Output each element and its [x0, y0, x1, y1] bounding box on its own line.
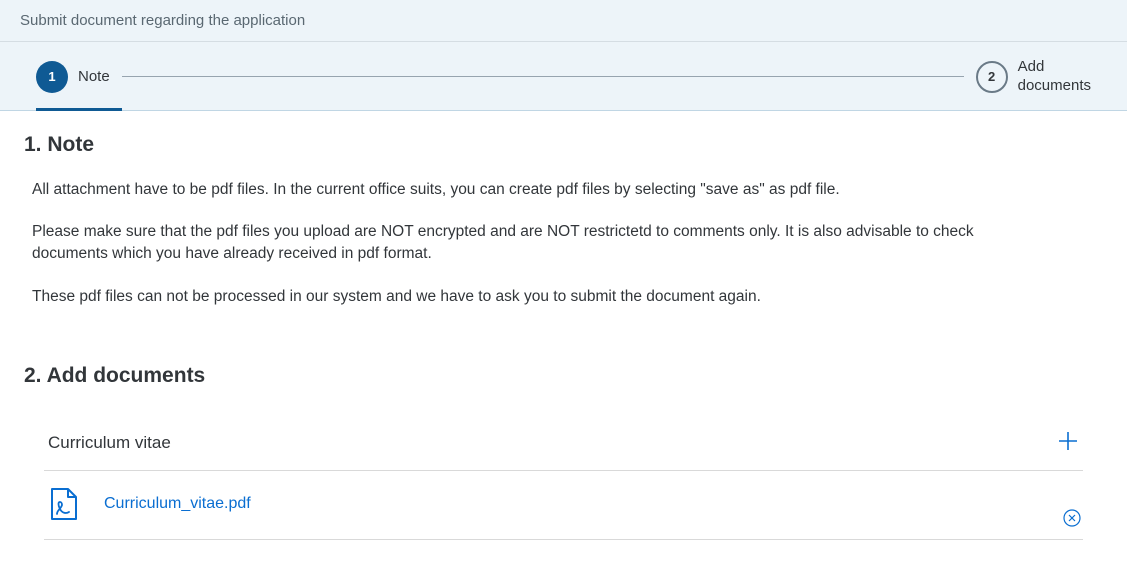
document-type-label: Curriculum vitae: [48, 433, 171, 453]
remove-document-button[interactable]: [1063, 509, 1083, 529]
wizard-step-1[interactable]: 1 Note: [36, 61, 110, 93]
section-title-add: 2. Add documents: [24, 364, 1103, 388]
plus-icon: [1057, 430, 1079, 452]
step-label-2: Add documents: [1018, 58, 1091, 96]
section-title-note: 1. Note: [24, 133, 1103, 157]
close-circle-icon: [1063, 509, 1081, 527]
pdf-file-icon: [48, 487, 80, 521]
step-label-1: Note: [78, 68, 110, 85]
step-number-1: 1: [48, 69, 55, 84]
main-content: 1. Note All attachment have to be pdf fi…: [0, 111, 1127, 569]
document-type-row: Curriculum vitae: [44, 414, 1083, 471]
add-document-button[interactable]: [1057, 430, 1079, 456]
step-circle-2: 2: [976, 61, 1008, 93]
step-connector: [122, 76, 964, 77]
file-link[interactable]: Curriculum_vitae.pdf: [104, 495, 251, 513]
wizard-steps: 1 Note 2 Add documents: [0, 42, 1127, 111]
page-header: Submit document regarding the applicatio…: [0, 0, 1127, 42]
step-number-2: 2: [988, 69, 995, 84]
note-paragraph-3: These pdf files can not be processed in …: [24, 286, 984, 308]
active-step-indicator: [36, 108, 122, 111]
page-title: Submit document regarding the applicatio…: [20, 12, 305, 29]
documents-panel: Curriculum vitae Curriculum_vitae.pdf: [24, 414, 1103, 540]
note-paragraph-2: Please make sure that the pdf files you …: [24, 221, 984, 266]
document-row: Curriculum_vitae.pdf: [44, 471, 1083, 540]
step-circle-1: 1: [36, 61, 68, 93]
note-paragraph-1: All attachment have to be pdf files. In …: [24, 179, 984, 201]
wizard-step-2[interactable]: 2 Add documents: [976, 58, 1091, 96]
